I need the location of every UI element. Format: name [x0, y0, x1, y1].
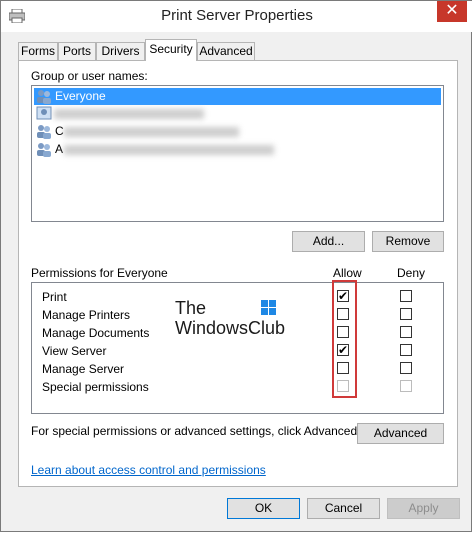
- redacted-name: [64, 145, 274, 155]
- security-panel: Group or user names: Everyone C A Add...…: [18, 60, 458, 487]
- deny-manage-documents-checkbox[interactable]: [400, 326, 412, 338]
- deny-special-permissions-checkbox: [400, 380, 412, 392]
- watermark: The WindowsClub: [175, 298, 295, 342]
- permissions-label: Permissions for Everyone: [31, 266, 168, 280]
- redacted-name: [64, 127, 239, 137]
- users-group-icon: [37, 143, 51, 157]
- apply-button: Apply: [387, 498, 460, 519]
- list-item-label: C: [55, 124, 64, 138]
- list-item-blurred-1[interactable]: [34, 105, 441, 122]
- permission-name: Manage Server: [42, 362, 125, 376]
- list-item-label: A: [55, 142, 64, 156]
- remove-button[interactable]: Remove: [372, 231, 444, 252]
- tab-drivers[interactable]: Drivers: [96, 42, 145, 60]
- list-item-blurred-3[interactable]: A: [34, 141, 441, 158]
- watermark-line1: The: [175, 298, 207, 318]
- deny-print-checkbox[interactable]: [400, 290, 412, 302]
- permission-row-manage-server: Manage Server: [42, 360, 442, 378]
- permission-row-view-server: View Server ✔: [42, 342, 442, 360]
- tab-forms[interactable]: Forms: [18, 42, 58, 60]
- watermark-line2: WindowsClub: [175, 318, 286, 338]
- title-bar: Print Server Properties ✕: [1, 1, 473, 32]
- learn-more-link[interactable]: Learn about access control and permissio…: [31, 463, 266, 477]
- list-item-blurred-2[interactable]: C: [34, 123, 441, 140]
- tab-security[interactable]: Security: [145, 39, 197, 61]
- allow-column-highlight: [332, 280, 357, 398]
- close-icon: ✕: [445, 2, 459, 19]
- deny-header: Deny: [397, 266, 426, 280]
- group-user-list[interactable]: Everyone C A: [31, 85, 444, 222]
- users-group-icon: [37, 125, 51, 139]
- windows-logo-icon: [261, 300, 276, 315]
- redacted-name: [54, 109, 204, 119]
- users-group-icon: [37, 90, 51, 104]
- permission-name: Manage Documents: [42, 326, 150, 340]
- users-group-icon: [36, 106, 52, 120]
- permission-row-special-permissions: Special permissions: [42, 378, 442, 396]
- permission-name: View Server: [42, 344, 107, 358]
- deny-manage-server-checkbox[interactable]: [400, 362, 412, 374]
- list-item-label: Everyone: [55, 89, 106, 103]
- deny-view-server-checkbox[interactable]: [400, 344, 412, 356]
- permission-name: Manage Printers: [42, 308, 131, 322]
- tab-ports[interactable]: Ports: [58, 42, 96, 60]
- window-title: Print Server Properties: [161, 7, 313, 24]
- deny-manage-printers-checkbox[interactable]: [400, 308, 412, 320]
- close-button[interactable]: ✕: [437, 1, 467, 22]
- tab-advanced[interactable]: Advanced: [197, 42, 255, 60]
- special-permissions-text: For special permissions or advanced sett…: [31, 424, 361, 438]
- ok-button[interactable]: OK: [227, 498, 300, 519]
- permission-name: Print: [42, 290, 67, 304]
- list-item-everyone[interactable]: Everyone: [34, 88, 441, 105]
- print-server-properties-window: Print Server Properties ✕ Forms Ports Dr…: [0, 0, 473, 532]
- allow-header: Allow: [333, 266, 362, 280]
- cancel-button[interactable]: Cancel: [307, 498, 380, 519]
- advanced-button[interactable]: Advanced: [357, 423, 444, 444]
- group-names-label: Group or user names:: [31, 69, 148, 83]
- permission-name: Special permissions: [42, 380, 149, 394]
- add-button[interactable]: Add...: [292, 231, 365, 252]
